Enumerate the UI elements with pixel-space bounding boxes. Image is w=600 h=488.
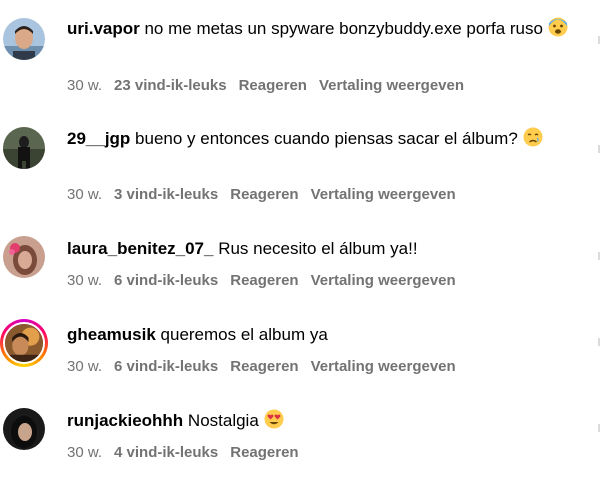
comment-text: Nostalgia bbox=[183, 411, 264, 430]
translate-button[interactable]: Vertaling weergeven bbox=[311, 272, 456, 289]
reply-button[interactable]: Reageren bbox=[230, 186, 298, 203]
comment-body: gheamusik queremos el album ya bbox=[67, 323, 587, 347]
comment-meta: 30 w. 6 vind-ik-leuks Reageren Vertaling we… bbox=[67, 357, 468, 377]
comment-time[interactable]: 30 w. bbox=[67, 444, 102, 461]
comment-text: bueno y entonces cuando piensas sacar el… bbox=[130, 129, 523, 148]
avatar-image bbox=[5, 324, 43, 362]
likes-count[interactable]: 23 vind-ik-leuks bbox=[114, 77, 227, 94]
avatar bbox=[3, 322, 45, 364]
comment-meta: 30 w. 4 vind-ik-leuks Reageren bbox=[67, 443, 311, 463]
avatar[interactable] bbox=[3, 18, 45, 60]
comment-username[interactable]: laura_benitez_07_ bbox=[67, 239, 213, 258]
comment-text: Rus necesito el álbum ya!! bbox=[213, 239, 418, 258]
translate-button[interactable]: Vertaling weergeven bbox=[311, 186, 456, 203]
reply-button[interactable]: Reageren bbox=[230, 272, 298, 289]
translate-button[interactable]: Vertaling weergeven bbox=[311, 358, 456, 375]
reply-button[interactable]: Reageren bbox=[239, 77, 307, 94]
avatar-image bbox=[3, 236, 45, 278]
comment-username[interactable]: uri.vapor bbox=[67, 19, 140, 38]
comment-body: runjackieohhh Nostalgia bbox=[67, 409, 587, 436]
comment-username[interactable]: gheamusik bbox=[67, 325, 156, 344]
comment-text: queremos el album ya bbox=[155, 325, 328, 344]
comment-body: laura_benitez_07_ Rus necesito el álbum … bbox=[67, 237, 587, 261]
comment-body: uri.vapor no me metas un spyware bonzybu… bbox=[67, 17, 587, 44]
avatar-image bbox=[3, 18, 45, 60]
avatar-image bbox=[3, 408, 45, 450]
avatar-story-ring[interactable] bbox=[0, 319, 48, 367]
reply-button[interactable]: Reageren bbox=[230, 358, 298, 375]
comment-meta: 30 w. 6 vind-ik-leuks Reageren Vertaling we… bbox=[67, 271, 468, 291]
avatar[interactable] bbox=[3, 408, 45, 450]
comment-time[interactable]: 30 w. bbox=[67, 77, 102, 94]
comment-username[interactable]: runjackieohhh bbox=[67, 411, 183, 430]
crying-face-emoji bbox=[523, 127, 543, 154]
avatar-image bbox=[3, 127, 45, 169]
heart-eyes-emoji bbox=[264, 409, 284, 436]
comment-body: 29__jgp bueno y entonces cuando piensas … bbox=[67, 127, 587, 154]
avatar[interactable] bbox=[3, 236, 45, 278]
comment-time[interactable]: 30 w. bbox=[67, 272, 102, 289]
reply-button[interactable]: Reageren bbox=[230, 444, 298, 461]
comment-meta: 30 w. 23 vind-ik-leuks Reageren Vertaling w… bbox=[67, 76, 476, 96]
comment-text: no me metas un spyware bonzybuddy.exe po… bbox=[139, 19, 548, 38]
comment-username[interactable]: 29__jgp bbox=[67, 129, 130, 148]
fearful-face-emoji bbox=[548, 17, 568, 44]
likes-count[interactable]: 4 vind-ik-leuks bbox=[114, 444, 218, 461]
translate-button[interactable]: Vertaling weergeven bbox=[319, 77, 464, 94]
comment-meta: 30 w. 3 vind-ik-leuks Reageren Vertaling we… bbox=[67, 185, 468, 205]
avatar[interactable] bbox=[3, 127, 45, 169]
likes-count[interactable]: 3 vind-ik-leuks bbox=[114, 186, 218, 203]
comment-time[interactable]: 30 w. bbox=[67, 186, 102, 203]
likes-count[interactable]: 6 vind-ik-leuks bbox=[114, 358, 218, 375]
comment-time[interactable]: 30 w. bbox=[67, 358, 102, 375]
likes-count[interactable]: 6 vind-ik-leuks bbox=[114, 272, 218, 289]
